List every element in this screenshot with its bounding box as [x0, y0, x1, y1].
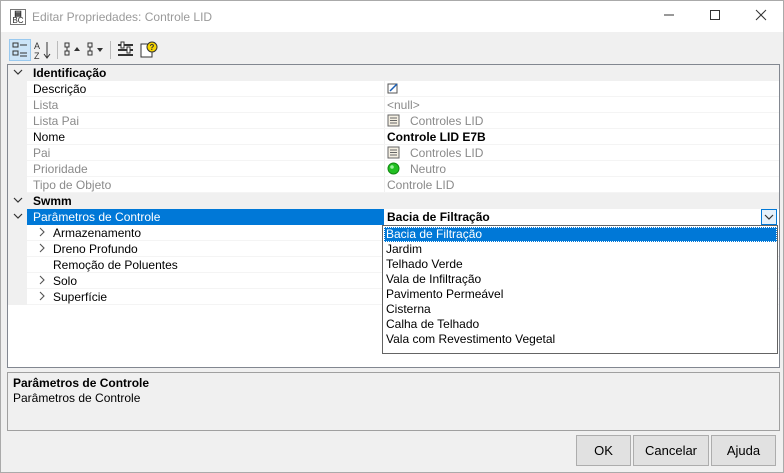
category-label: Swmm — [33, 194, 72, 208]
svg-text:A: A — [34, 41, 40, 51]
property-row-pai[interactable]: Pai Controles LID — [8, 145, 779, 161]
sort-az-icon: A Z — [34, 41, 51, 61]
property-grid-toolbar: A Z ? — [7, 37, 779, 63]
ok-button[interactable]: OK — [576, 435, 631, 466]
dropdown-option[interactable]: Cisterna — [384, 302, 777, 317]
property-row-descricao[interactable]: Descrição — [8, 81, 779, 97]
dropdown-option[interactable]: Vala com Revestimento Vegetal — [384, 332, 777, 347]
property-value: Controles LID — [387, 146, 483, 160]
dropdown-option[interactable]: Calha de Telhado — [384, 317, 777, 332]
categorized-icon — [12, 42, 27, 57]
expand-all-button[interactable] — [62, 39, 84, 61]
dropdown-option[interactable]: Jardim — [384, 242, 777, 257]
property-value: Controles LID — [387, 114, 483, 128]
category-identificacao[interactable]: Identificação — [8, 65, 779, 81]
minimize-icon — [664, 14, 674, 16]
property-row-lista-pai[interactable]: Lista Pai Controles LID — [8, 113, 779, 129]
expand-icon — [64, 42, 80, 56]
property-label: Lista Pai — [33, 114, 80, 128]
property-label: Dreno Profundo — [53, 242, 138, 256]
svg-text:?: ? — [150, 43, 155, 52]
alphabetical-view-button[interactable]: A Z — [32, 39, 54, 61]
settings-sliders-icon — [118, 41, 133, 56]
property-row-lista[interactable]: Lista <null> — [8, 97, 779, 113]
property-row-prioridade[interactable]: Prioridade Neutro — [8, 161, 779, 177]
property-pages-button[interactable] — [115, 39, 137, 61]
property-label: Solo — [53, 274, 78, 288]
chevron-down-icon[interactable] — [12, 210, 24, 222]
property-value: Neutro — [387, 162, 446, 176]
property-row-nome[interactable]: Nome Controle LID E7B — [8, 129, 779, 145]
collapse-all-button[interactable] — [85, 39, 107, 61]
chevron-right-icon[interactable] — [36, 226, 48, 238]
property-label: Remoção de Poluentes — [53, 258, 178, 272]
category-swmm[interactable]: Swmm — [8, 193, 779, 209]
dropdown-option[interactable]: Pavimento Permeável — [384, 287, 777, 302]
dropdown-list: Bacia de Filtração Jardim Telhado Verde … — [382, 225, 778, 354]
property-value-edit-icon[interactable] — [387, 82, 399, 97]
window-title: Editar Propriedades: Controle LID — [32, 10, 213, 24]
category-label: Identificação — [33, 66, 107, 80]
property-label: Lista — [33, 98, 59, 112]
property-value-combo[interactable]: Bacia de Filtração — [387, 210, 490, 224]
description-body: Parâmetros de Controle — [13, 391, 141, 405]
chevron-down-icon — [764, 214, 774, 220]
chevron-right-icon[interactable] — [36, 242, 48, 254]
dialog-window: ▤BC Editar Propriedades: Controle LID A — [0, 0, 784, 473]
description-pane: Parâmetros de Controle Parâmetros de Con… — [7, 372, 780, 431]
close-icon — [755, 9, 767, 21]
title-bar: ▤ BC Editar Propriedades: Controle LID — [1, 1, 783, 32]
property-value: Controle LID — [387, 178, 455, 192]
help-button[interactable]: ? — [138, 39, 160, 61]
property-label: Superfície — [53, 290, 108, 304]
dropdown-option[interactable]: Telhado Verde — [384, 257, 777, 272]
dropdown-option[interactable]: Bacia de Filtração — [384, 227, 777, 242]
property-label: Tipo de Objeto — [33, 178, 112, 192]
property-label: Nome — [33, 130, 66, 144]
chevron-right-icon[interactable] — [36, 290, 48, 302]
minimize-button[interactable] — [646, 1, 692, 32]
maximize-button[interactable] — [692, 1, 738, 32]
help-page-icon: ? — [140, 41, 158, 58]
chevron-right-icon[interactable] — [36, 274, 48, 286]
property-value: <null> — [387, 98, 420, 112]
dropdown-option[interactable]: Vala de Infiltração — [384, 272, 777, 287]
property-row-tipo-de-objeto[interactable]: Tipo de Objeto Controle LID — [8, 177, 779, 193]
app-icon: ▤ BC — [10, 9, 26, 25]
green-status-dot-icon — [387, 162, 400, 175]
property-label: Descrição — [33, 82, 87, 96]
collapse-icon — [87, 42, 103, 56]
maximize-icon — [710, 10, 720, 20]
help-dialog-button[interactable]: Ajuda — [711, 435, 776, 466]
property-label: Pai — [33, 146, 51, 160]
categorized-view-button[interactable] — [9, 39, 31, 61]
list-document-icon — [387, 114, 400, 127]
property-label: Armazenamento — [53, 226, 142, 240]
chevron-down-icon[interactable] — [12, 66, 24, 78]
description-title: Parâmetros de Controle — [13, 376, 150, 390]
property-label: Parâmetros de Controle — [33, 210, 161, 224]
list-document-icon — [387, 146, 400, 159]
dropdown-toggle-button[interactable] — [761, 209, 777, 225]
svg-text:Z: Z — [34, 51, 40, 61]
close-button[interactable] — [738, 1, 784, 32]
chevron-down-icon[interactable] — [12, 194, 24, 206]
property-row-parametros-de-controle[interactable]: Parâmetros de Controle Bacia de Filtraçã… — [8, 209, 779, 225]
edit-note-icon — [387, 83, 398, 94]
property-value[interactable]: Controle LID E7B — [387, 130, 486, 144]
cancel-button[interactable]: Cancelar — [633, 435, 709, 466]
property-label: Prioridade — [33, 162, 88, 176]
